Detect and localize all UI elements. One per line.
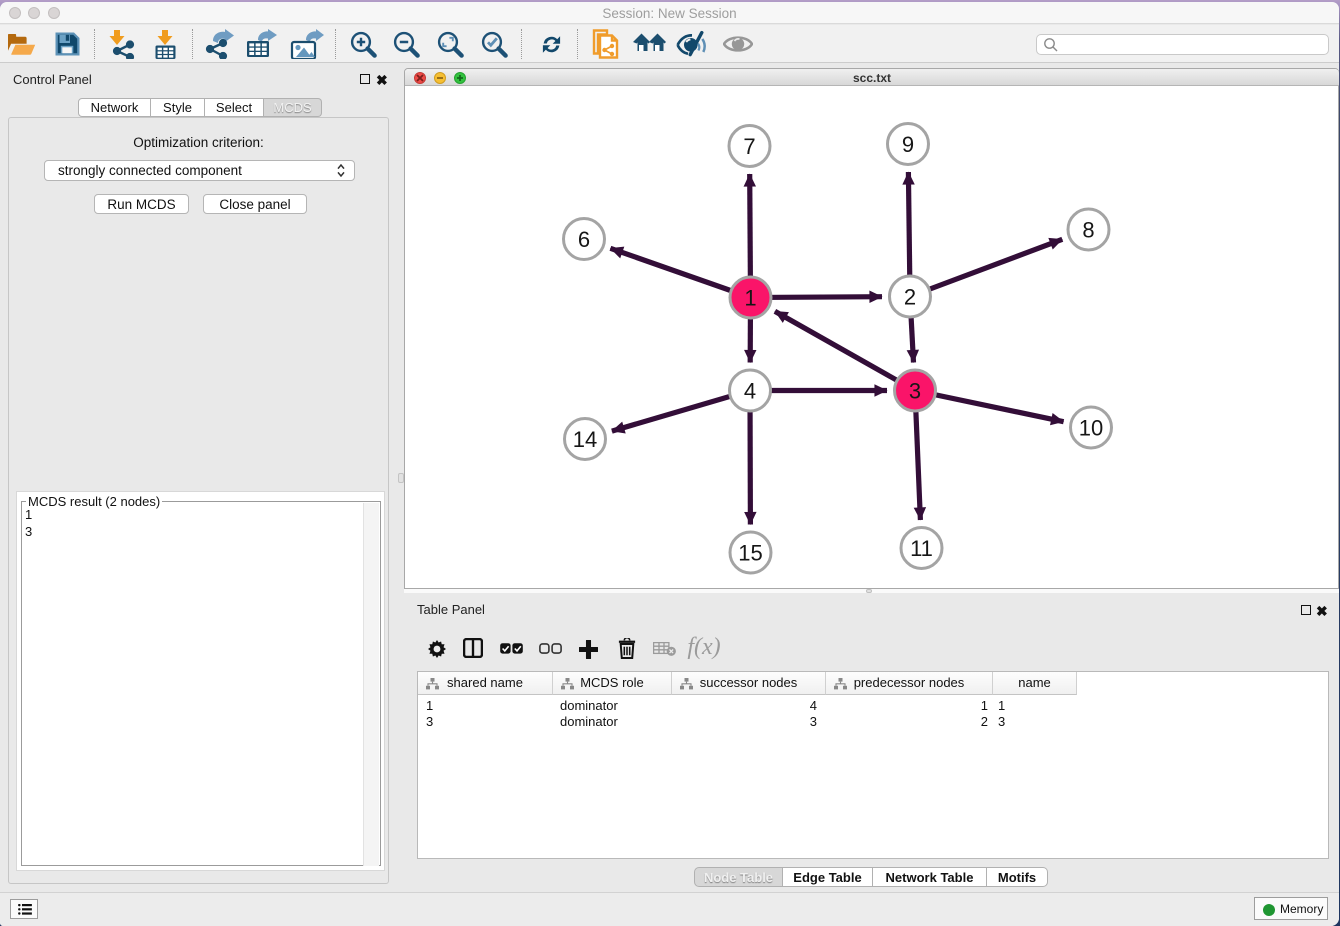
- svg-text:2: 2: [904, 285, 916, 310]
- svg-text:8: 8: [1082, 218, 1094, 243]
- svg-text:15: 15: [738, 541, 762, 566]
- svg-text:10: 10: [1079, 416, 1103, 441]
- svg-text:4: 4: [744, 379, 756, 404]
- svg-text:9: 9: [902, 132, 914, 157]
- svg-text:7: 7: [743, 134, 755, 159]
- svg-text:11: 11: [910, 536, 933, 561]
- svg-text:1: 1: [744, 286, 756, 311]
- svg-text:3: 3: [909, 379, 921, 404]
- svg-text:14: 14: [573, 427, 597, 452]
- svg-text:6: 6: [578, 227, 590, 252]
